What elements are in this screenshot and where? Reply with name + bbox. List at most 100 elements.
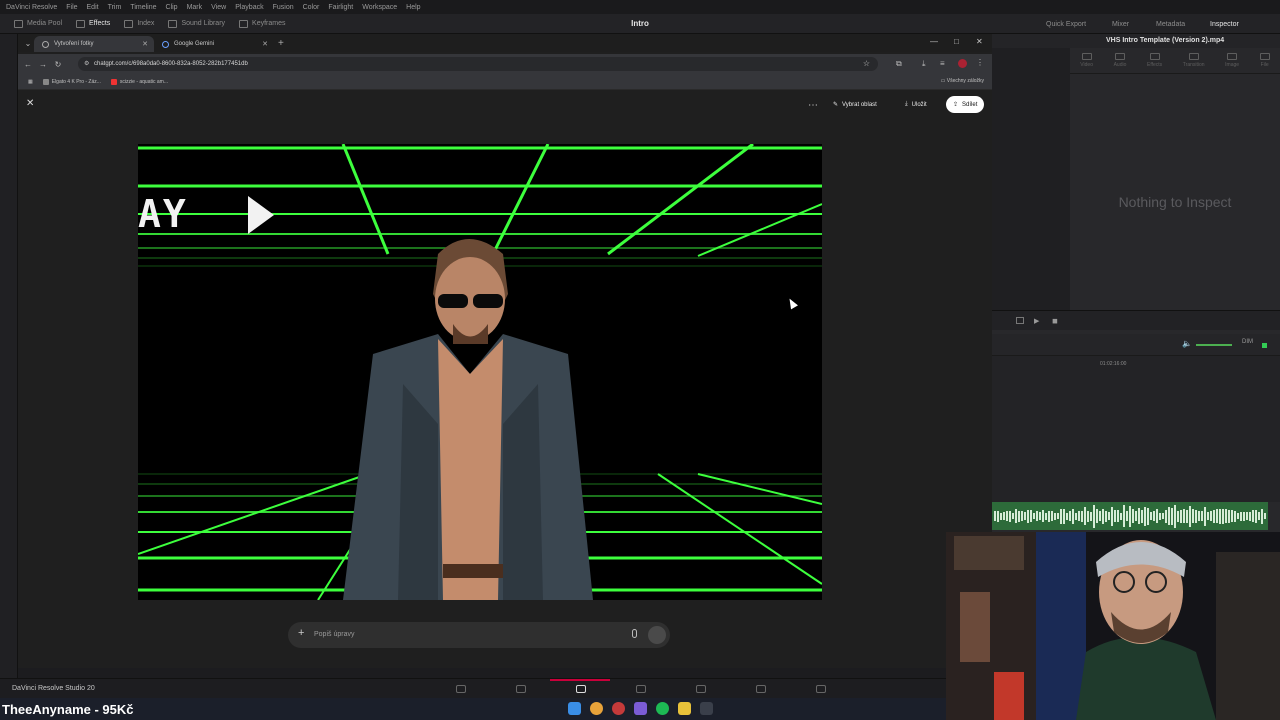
menu-playback[interactable]: Playback <box>235 4 263 11</box>
tab-video[interactable]: Video <box>1080 53 1093 68</box>
menu-fusion[interactable]: Fusion <box>273 4 294 11</box>
effects-button[interactable]: Effects <box>76 19 110 28</box>
timeline-area[interactable]: 01:02:16:00 <box>992 356 1280 502</box>
audio-waveform-clip[interactable] <box>992 502 1268 530</box>
microphone-icon[interactable] <box>632 629 637 638</box>
new-tab-icon[interactable]: + <box>278 38 284 49</box>
maximize-icon[interactable]: □ <box>954 37 959 46</box>
spotify-icon[interactable] <box>656 702 669 715</box>
all-bookmarks[interactable]: ▭ Všechny záložky <box>941 78 984 84</box>
menu-clip[interactable]: Clip <box>166 4 178 11</box>
tab-search-icon[interactable]: ⌄ <box>22 39 34 48</box>
menu-view[interactable]: View <box>211 4 226 11</box>
tab-image[interactable]: Image <box>1225 53 1239 68</box>
effects-icon <box>76 19 86 28</box>
discord-icon[interactable] <box>634 702 647 715</box>
edit-prompt-box[interactable]: + Popiš úpravy <box>288 622 670 648</box>
media-page-icon[interactable] <box>456 685 466 693</box>
tab-file-label: File <box>1260 62 1269 68</box>
media-pool-button[interactable]: Media Pool <box>14 19 62 28</box>
waveform-bar <box>1165 509 1167 523</box>
waveform-bar <box>1204 506 1206 526</box>
fusion-page-icon[interactable] <box>636 685 646 693</box>
forward-icon[interactable]: → <box>37 60 49 69</box>
deliver-page-icon[interactable] <box>816 685 826 693</box>
waveform-bar <box>1102 508 1104 524</box>
chrome-icon[interactable] <box>590 702 603 715</box>
waveform-bar <box>1180 509 1182 523</box>
inspector-button[interactable]: Inspector <box>1210 14 1239 34</box>
loop-icon[interactable] <box>1016 317 1024 324</box>
tab-file[interactable]: File <box>1259 53 1270 68</box>
bookmark-elgato[interactable]: Elgato 4 K Pro - Záz... <box>42 78 101 85</box>
quick-export-button[interactable]: Quick Export <box>1046 14 1086 34</box>
more-options-icon[interactable]: ⋯ <box>808 100 818 111</box>
volume-slider[interactable] <box>1196 344 1232 346</box>
profile-avatar[interactable] <box>958 59 967 68</box>
window-close-icon[interactable]: ✕ <box>976 37 983 46</box>
cast-icon[interactable]: ≡ <box>940 59 945 68</box>
generated-image[interactable]: AY <box>138 144 822 600</box>
tab-effects[interactable]: Effects <box>1147 53 1162 68</box>
file-explorer-icon[interactable] <box>678 702 691 715</box>
stop-icon[interactable]: ◼ <box>1052 317 1058 325</box>
waveform-bar <box>1063 508 1065 524</box>
menu-help[interactable]: Help <box>406 4 420 11</box>
tab-transition[interactable]: Transition <box>1183 53 1205 68</box>
menu-color[interactable]: Color <box>303 4 320 11</box>
dim-button[interactable]: DIM <box>1242 339 1253 345</box>
sound-library-button[interactable]: Sound Library <box>168 19 226 28</box>
select-area-button[interactable]: ✎ Vybrat oblast <box>826 96 884 113</box>
sound-library-label: Sound Library <box>181 20 226 27</box>
menu-trim[interactable]: Trim <box>108 4 122 11</box>
cut-page-icon[interactable] <box>516 685 526 693</box>
menu-app[interactable]: DaVinci Resolve <box>6 4 57 11</box>
waveform-bar <box>1054 512 1056 520</box>
share-button[interactable]: ⇪ Sdílet <box>946 96 985 113</box>
tab-audio[interactable]: Audio <box>1114 53 1126 68</box>
resolve-taskbar-icon[interactable] <box>700 702 713 715</box>
project-title: Intro <box>631 19 649 28</box>
extensions-icon[interactable]: ⧉ <box>896 59 902 69</box>
fairlight-page-icon[interactable] <box>756 685 766 693</box>
color-page-icon[interactable] <box>696 685 706 693</box>
tab-vytvoreni-fotky[interactable]: Vytvoření fotky ✕ <box>34 36 154 52</box>
bookmark-scizzie[interactable]: scizzie - aquatic am... <box>110 78 168 85</box>
close-tab-icon[interactable]: ✕ <box>262 40 268 48</box>
menu-mark[interactable]: Mark <box>187 4 203 11</box>
menu-fairlight[interactable]: Fairlight <box>328 4 353 11</box>
bookmark-star-icon[interactable]: ☆ <box>863 59 870 68</box>
play-icon[interactable]: ▶ <box>1034 317 1039 325</box>
menu-edit[interactable]: Edit <box>87 4 99 11</box>
metadata-button[interactable]: Metadata <box>1156 14 1185 34</box>
browser-menu-icon[interactable]: ⋮ <box>976 58 984 67</box>
all-bookmarks-label: Všechny záložky <box>946 78 984 84</box>
menu-workspace[interactable]: Workspace <box>362 4 397 11</box>
inspector-clip-name: VHS Intro Template (Version 2).mp4 <box>1106 37 1225 44</box>
close-editor-icon[interactable]: ✕ <box>26 98 34 109</box>
prompt-input[interactable]: Popiš úpravy <box>314 622 354 648</box>
menu-file[interactable]: File <box>66 4 77 11</box>
back-icon[interactable]: ← <box>22 60 34 69</box>
waveform-bar <box>1156 509 1158 523</box>
keyframes-button[interactable]: Keyframes <box>239 19 286 28</box>
tab-google-gemini[interactable]: Google Gemini ✕ <box>154 36 274 52</box>
reload-icon[interactable]: ↻ <box>52 60 64 69</box>
voice-mode-button[interactable] <box>648 626 666 644</box>
mixer-button[interactable]: Mixer <box>1112 14 1129 34</box>
edit-page-icon[interactable] <box>576 685 586 693</box>
app-icon-red[interactable] <box>612 702 625 715</box>
minimize-icon[interactable]: — <box>930 37 938 46</box>
close-tab-icon[interactable]: ✕ <box>142 40 148 48</box>
menu-timeline[interactable]: Timeline <box>130 4 156 11</box>
address-bar[interactable]: ⚙ chatgpt.com/c/698a0da0-8600-832a-8052-… <box>78 57 878 71</box>
index-button[interactable]: Index <box>124 19 154 28</box>
waveform-bar <box>997 510 999 522</box>
download-icon[interactable]: ⤓ <box>922 59 926 69</box>
speaker-icon[interactable]: 🔈 <box>1182 339 1192 348</box>
apps-icon[interactable]: ▦ <box>28 79 33 85</box>
save-button[interactable]: ⤓ Uložit <box>898 96 934 113</box>
windows-start-icon[interactable] <box>568 702 581 715</box>
add-icon[interactable]: + <box>298 627 304 639</box>
site-info-icon[interactable]: ⚙ <box>84 60 89 67</box>
